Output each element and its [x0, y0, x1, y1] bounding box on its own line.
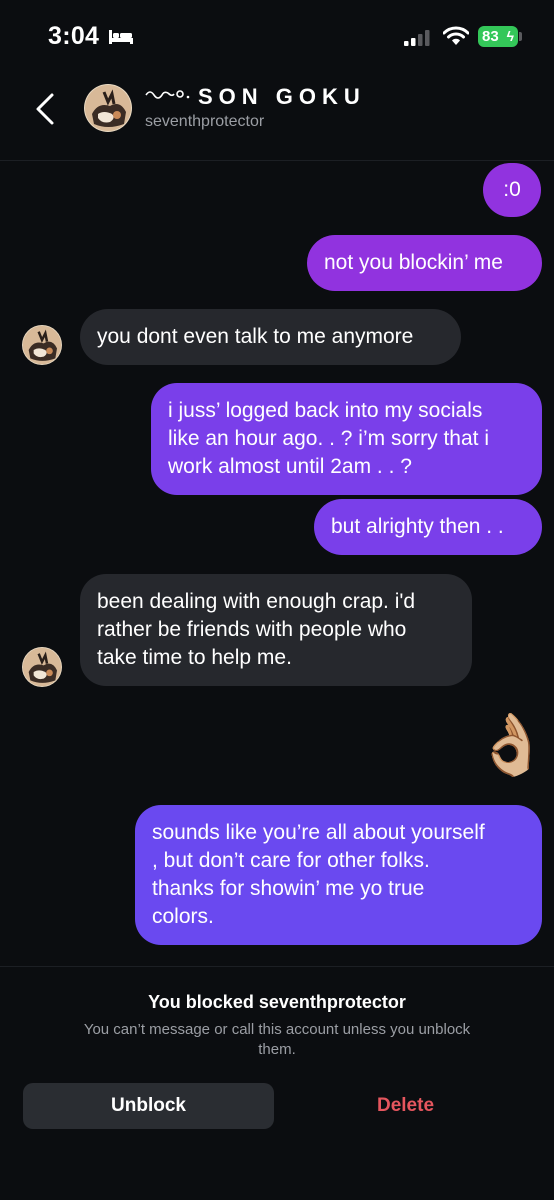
- status-time: 3:04: [48, 22, 100, 50]
- message-text: you dont even talk to me anymore: [97, 325, 414, 348]
- message-bubble-outgoing[interactable]: sounds like you’re all about yourself , …: [135, 805, 542, 945]
- message-line: like an hour ago. . ? i’m sorry that i: [168, 427, 489, 450]
- sender-avatar[interactable]: [22, 325, 62, 365]
- blocked-description-line: them.: [258, 1041, 296, 1058]
- charging-bolt-icon: ϟ: [506, 28, 514, 44]
- decorative-swirl-icon: [145, 90, 190, 99]
- message-bubble-incoming[interactable]: been dealing with enough crap. i'd rathe…: [80, 574, 472, 686]
- footer-divider: [0, 966, 554, 967]
- blocked-description: You can’t message or call this account u…: [40, 1020, 514, 1060]
- sender-avatar[interactable]: [22, 647, 62, 687]
- message-bubble-outgoing[interactable]: :0: [483, 163, 541, 217]
- message-line: sounds like you’re all about yourself: [152, 821, 485, 844]
- cellular-signal-icon: [404, 30, 430, 46]
- battery-nub: [519, 32, 522, 41]
- message-line: colors.: [152, 905, 214, 928]
- message-bubble-outgoing[interactable]: but alrighty then . .: [314, 499, 542, 555]
- message-text: not you blockin’ me: [324, 251, 503, 274]
- profile-avatar[interactable]: [84, 84, 132, 132]
- message-text: but alrighty then . .: [331, 515, 504, 538]
- wifi-icon: [443, 26, 469, 45]
- message-line: i juss’ logged back into my socials: [168, 399, 483, 422]
- delete-button[interactable]: Delete: [280, 1083, 531, 1129]
- bed-icon: [109, 30, 133, 44]
- contact-username: seventhprotector: [145, 113, 265, 130]
- contact-name-row: SON GOKU: [144, 84, 366, 110]
- unblock-button[interactable]: Unblock: [23, 1083, 274, 1129]
- back-chevron-icon[interactable]: [34, 92, 56, 126]
- status-bar: 3:04 83 ϟ: [0, 0, 554, 72]
- blocked-title: You blocked seventhprotector: [148, 992, 406, 1012]
- message-line: take time to help me.: [97, 646, 292, 669]
- battery-level: 83: [482, 28, 499, 45]
- message-bubble-outgoing[interactable]: i juss’ logged back into my socials like…: [151, 383, 542, 495]
- message-text: :0: [503, 178, 521, 201]
- message-line: been dealing with enough crap. i'd: [97, 590, 416, 613]
- ok-hand-emoji[interactable]: 👌🏼: [474, 710, 549, 780]
- message-line: thanks for showin’ me yo true: [152, 877, 425, 900]
- message-bubble-outgoing[interactable]: not you blockin’ me: [307, 235, 542, 291]
- message-bubble-incoming[interactable]: you dont even talk to me anymore: [80, 309, 461, 365]
- message-line: , but don’t care for other folks.: [152, 849, 430, 872]
- contact-display-name: SON GOKU: [198, 84, 366, 109]
- message-line: work almost until 2am . . ?: [168, 455, 412, 478]
- conversation-header: SON GOKU seventhprotector: [0, 72, 554, 161]
- battery-icon: 83 ϟ: [478, 26, 518, 47]
- message-line: rather be friends with people who: [97, 618, 407, 641]
- blocked-description-line: You can’t message or call this account u…: [83, 1021, 471, 1038]
